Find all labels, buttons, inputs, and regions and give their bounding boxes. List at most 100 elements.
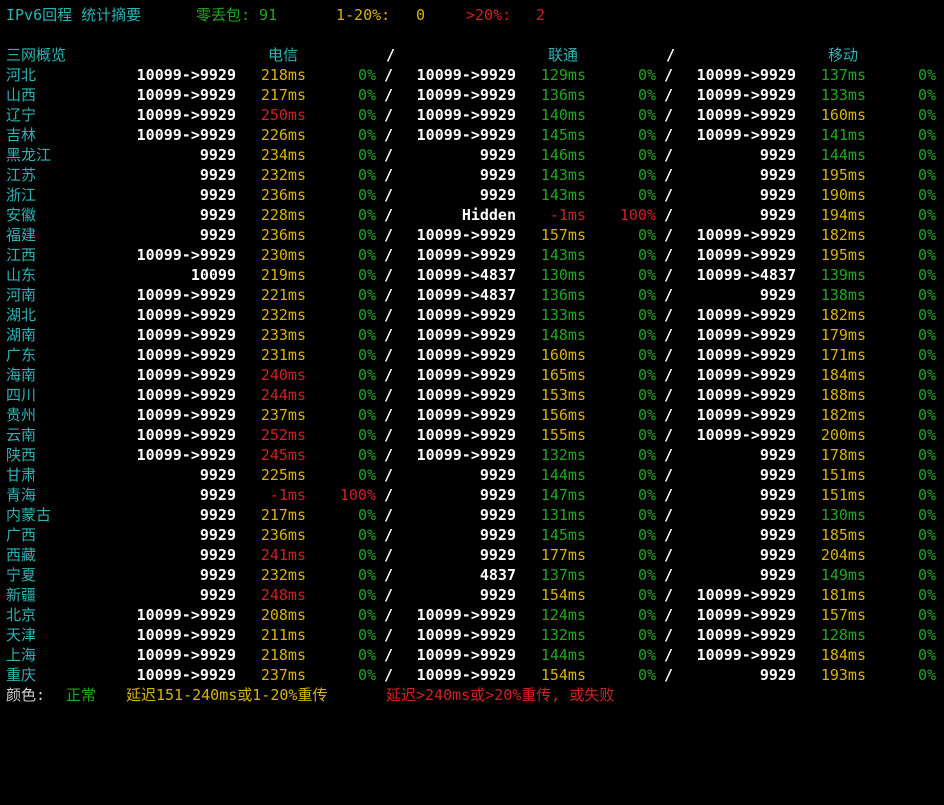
mobile-latency: 182ms	[820, 226, 866, 244]
unicom-loss: 0%	[637, 426, 656, 444]
telecom-latency: 250ms	[260, 106, 306, 124]
telecom-route: 10099->9929	[136, 386, 236, 404]
mobile-route: 9929	[759, 166, 796, 184]
mobile-route: 9929	[759, 286, 796, 304]
unicom-loss: 0%	[637, 526, 656, 544]
mobile-loss: 0%	[917, 606, 936, 624]
province-name: 新疆	[6, 586, 37, 604]
unicom-loss: 0%	[637, 486, 656, 504]
telecom-loss: 0%	[357, 246, 376, 264]
province-name: 四川	[6, 386, 37, 404]
province-name: 山东	[6, 266, 37, 284]
unicom-route: 10099->9929	[416, 626, 516, 644]
mobile-latency: 141ms	[820, 126, 866, 144]
unicom-loss: 0%	[637, 646, 656, 664]
mobile-latency: 184ms	[820, 366, 866, 384]
province-name: 内蒙古	[6, 506, 52, 524]
telecom-latency: 232ms	[260, 306, 306, 324]
mobile-route: 9929	[759, 566, 796, 584]
unicom-route: 9929	[479, 146, 516, 164]
mobile-loss: 0%	[917, 586, 936, 604]
mobile-loss: 0%	[917, 86, 936, 104]
unicom-route: 10099->9929	[416, 426, 516, 444]
telecom-route: 10099->9929	[136, 666, 236, 684]
telecom-loss: 0%	[357, 66, 376, 84]
telecom-heading: 电信	[268, 46, 299, 64]
mobile-route: 10099->9929	[696, 626, 796, 644]
province-name: 江苏	[6, 166, 37, 184]
telecom-route: 10099->9929	[136, 646, 236, 664]
table-header: 三网概览 电信 / 联通 / 移动	[0, 45, 858, 65]
mobile-loss: 0%	[917, 646, 936, 664]
mobile-loss: 0%	[917, 446, 936, 464]
mobile-loss: 0%	[917, 666, 936, 684]
low-loss-label: 1-20%:	[336, 6, 391, 24]
unicom-loss: 0%	[637, 566, 656, 584]
telecom-route: 9929	[199, 146, 236, 164]
telecom-latency: 237ms	[260, 666, 306, 684]
unicom-latency: 143ms	[540, 186, 586, 204]
unicom-latency: 177ms	[540, 546, 586, 564]
telecom-route: 9929	[199, 226, 236, 244]
unicom-latency: 157ms	[540, 226, 586, 244]
unicom-loss: 0%	[637, 366, 656, 384]
mobile-loss: 0%	[917, 306, 936, 324]
unicom-latency: 145ms	[540, 526, 586, 544]
telecom-latency: 219ms	[260, 266, 306, 284]
telecom-latency: 218ms	[260, 66, 306, 84]
telecom-latency: 230ms	[260, 246, 306, 264]
unicom-route: 10099->9929	[416, 86, 516, 104]
telecom-latency: 234ms	[260, 146, 306, 164]
unicom-latency: 146ms	[540, 146, 586, 164]
mobile-route: 10099->9929	[696, 426, 796, 444]
telecom-route: 9929	[199, 486, 236, 504]
mobile-loss: 0%	[917, 486, 936, 504]
unicom-loss: 0%	[637, 406, 656, 424]
telecom-loss: 100%	[339, 486, 376, 504]
province-name: 黑龙江	[6, 146, 52, 164]
mobile-route: 9929	[759, 146, 796, 164]
unicom-latency: 145ms	[540, 126, 586, 144]
telecom-latency: 233ms	[260, 326, 306, 344]
mobile-latency: 182ms	[820, 306, 866, 324]
telecom-route: 10099->9929	[136, 626, 236, 644]
telecom-latency: 236ms	[260, 186, 306, 204]
mobile-loss: 0%	[917, 206, 936, 224]
telecom-route: 9929	[199, 546, 236, 564]
telecom-route: 10099->9929	[136, 66, 236, 84]
mobile-route: 10099->9929	[696, 646, 796, 664]
unicom-latency: -1ms	[549, 206, 586, 224]
province-name: 陕西	[6, 446, 37, 464]
province-name: 云南	[6, 426, 37, 444]
province-name: 辽宁	[6, 106, 37, 124]
mobile-loss: 0%	[917, 186, 936, 204]
unicom-loss: 0%	[637, 106, 656, 124]
unicom-latency: 131ms	[540, 506, 586, 524]
telecom-loss: 0%	[357, 226, 376, 244]
unicom-loss: 0%	[637, 226, 656, 244]
mobile-latency: 204ms	[820, 546, 866, 564]
unicom-route: 10099->9929	[416, 126, 516, 144]
telecom-loss: 0%	[357, 426, 376, 444]
unicom-latency: 129ms	[540, 66, 586, 84]
unicom-latency: 165ms	[540, 366, 586, 384]
mobile-latency: 171ms	[820, 346, 866, 364]
telecom-route: 10099->9929	[136, 446, 236, 464]
mobile-route: 9929	[759, 206, 796, 224]
unicom-route: 9929	[479, 546, 516, 564]
unicom-loss: 0%	[637, 246, 656, 264]
telecom-loss: 0%	[357, 526, 376, 544]
province-name: 湖南	[6, 326, 37, 344]
telecom-latency: 221ms	[260, 286, 306, 304]
telecom-route: 10099->9929	[136, 286, 236, 304]
telecom-route: 10099->9929	[136, 326, 236, 344]
telecom-latency: 217ms	[260, 506, 306, 524]
unicom-loss: 0%	[637, 286, 656, 304]
unicom-latency: 132ms	[540, 626, 586, 644]
mobile-latency: 185ms	[820, 526, 866, 544]
unicom-route: 4837	[479, 566, 516, 584]
unicom-latency: 160ms	[540, 346, 586, 364]
unicom-latency: 148ms	[540, 326, 586, 344]
mobile-loss: 0%	[917, 526, 936, 544]
unicom-loss: 0%	[637, 466, 656, 484]
